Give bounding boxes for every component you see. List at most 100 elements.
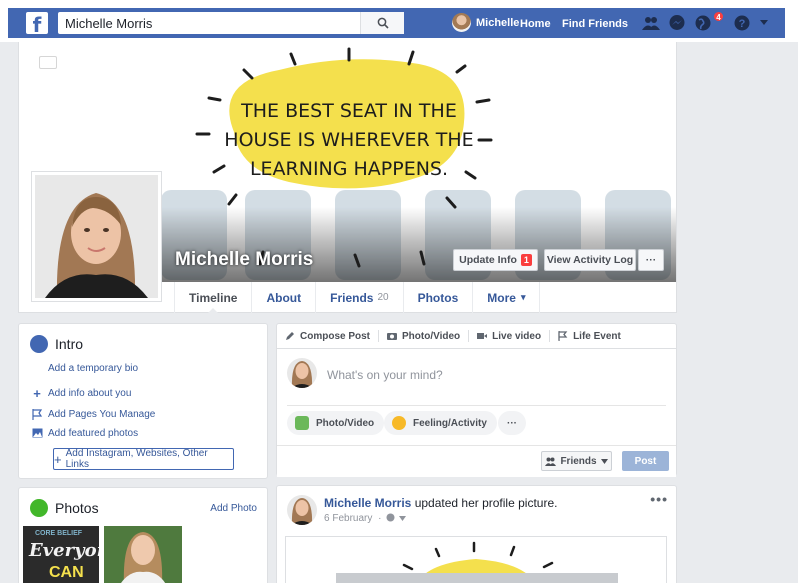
pill-label: Photo/Video: [316, 417, 375, 429]
notifications-badge: 4: [713, 11, 724, 22]
add-links-label: Add Instagram, Websites, Other Links: [65, 448, 208, 470]
update-info-button[interactable]: Update Info 1: [453, 249, 538, 271]
chevron-down-icon: ▾: [520, 292, 526, 302]
camera-icon: [387, 333, 398, 340]
composer-tabs: Compose Post Photo/Video Live video Life…: [277, 324, 676, 349]
photos-icon: [30, 499, 48, 517]
tab-about[interactable]: About: [251, 282, 315, 313]
blue-bar: f Michelle Home Find Friends 4 ?: [8, 8, 785, 38]
add-info-link: Add info about you: [48, 387, 132, 399]
post-action: updated her profile picture.: [414, 496, 558, 510]
thumb-text-1: CORE BELIEF: [35, 530, 83, 537]
post-image[interactable]: [285, 536, 667, 583]
add-featured-photos-link: Add featured photos: [48, 427, 139, 439]
tab-label: About: [266, 290, 302, 305]
tab-friends[interactable]: Friends 20: [315, 282, 402, 313]
thumb-portrait: [121, 532, 166, 583]
more-options-button[interactable]: ···: [638, 249, 664, 271]
photo-video-pill[interactable]: Photo/Video: [287, 411, 385, 435]
search-input[interactable]: [58, 12, 360, 34]
photo-thumbnail[interactable]: CORE BELIEF Everyon CAN: [23, 526, 99, 583]
add-photo-link[interactable]: Add Photo: [210, 503, 257, 514]
notifications-globe-icon[interactable]: [694, 14, 712, 32]
composer-footer: Friends Post: [277, 445, 676, 477]
tab-more[interactable]: More ▾: [472, 282, 541, 313]
view-activity-log-button[interactable]: View Activity Log: [544, 249, 636, 271]
help-icon[interactable]: ?: [733, 14, 751, 32]
profile-photo: [35, 175, 158, 298]
divider: [287, 405, 666, 406]
camera-icon[interactable]: [39, 56, 57, 69]
friend-requests-icon[interactable]: [642, 14, 660, 32]
cover-quote-line-1: THE BEST SEAT IN THE: [240, 100, 457, 122]
privacy-globe-icon[interactable]: [386, 513, 395, 522]
audience-selector[interactable]: Friends: [541, 451, 612, 471]
compose-post-tab[interactable]: Compose Post: [277, 330, 380, 342]
add-links-button[interactable]: + Add Instagram, Websites, Other Links: [53, 448, 234, 470]
plus-icon: +: [33, 385, 41, 401]
composer-card: Compose Post Photo/Video Live video Life…: [276, 323, 677, 477]
avatar[interactable]: [287, 358, 317, 388]
video-camera-icon: [477, 333, 488, 339]
photo-icon: [31, 427, 43, 439]
caret-down-icon[interactable]: [399, 516, 407, 521]
photo-icon: [295, 416, 309, 430]
intro-title: Intro: [55, 336, 84, 352]
add-info-row[interactable]: + Add info about you: [31, 385, 132, 401]
nav-home-link[interactable]: Home: [520, 18, 551, 30]
friends-icon: [545, 457, 557, 466]
nav-find-friends-link[interactable]: Find Friends: [562, 18, 628, 30]
profile-header: THE BEST SEAT IN THE HOUSE IS WHEREVER T…: [18, 42, 677, 314]
search-box: [58, 12, 404, 34]
messenger-icon[interactable]: [668, 14, 686, 32]
post-options-button[interactable]: •••: [650, 491, 668, 507]
live-video-tab[interactable]: Live video: [469, 330, 551, 342]
globe-icon: [30, 335, 48, 353]
cover-quote-line-3: LEARNING HAPPENS.: [250, 158, 448, 180]
add-pages-link: Add Pages You Manage: [48, 408, 156, 420]
add-featured-row[interactable]: Add featured photos: [31, 427, 138, 439]
add-pages-row[interactable]: Add Pages You Manage: [31, 408, 155, 420]
feed-post: Michelle Morris updated her profile pict…: [276, 485, 677, 583]
post-author-link[interactable]: Michelle Morris: [324, 496, 411, 510]
tab-label: More: [487, 290, 516, 305]
photos-card: Photos Add Photo CORE BELIEF Everyon CAN: [18, 487, 268, 583]
audience-label: Friends: [560, 455, 597, 467]
post-button[interactable]: Post: [622, 451, 669, 471]
post-meta: 6 February ·: [324, 513, 407, 524]
tab-label: Timeline: [189, 290, 238, 305]
profile-tabs: Timeline About Friends 20 Photos More ▾: [174, 282, 541, 314]
tab-label: Friends: [330, 290, 374, 305]
feeling-activity-pill[interactable]: Feeling/Activity: [384, 411, 497, 435]
post-date[interactable]: 6 February: [324, 513, 372, 524]
photo-thumbnail[interactable]: [104, 526, 182, 583]
facebook-logo-icon[interactable]: f: [26, 12, 48, 34]
add-temporary-bio-link[interactable]: Add a temporary bio: [48, 363, 138, 374]
tab-timeline[interactable]: Timeline: [174, 282, 251, 314]
composer-tab-label: Live video: [492, 330, 542, 342]
photo-video-tab[interactable]: Photo/Video: [379, 330, 470, 342]
post-image-illustration: [336, 541, 618, 583]
status-input[interactable]: What's on your mind?: [327, 368, 443, 382]
svg-text:?: ?: [739, 18, 746, 30]
search-button[interactable]: [360, 12, 404, 34]
tab-photos[interactable]: Photos: [402, 282, 473, 313]
photos-title: Photos: [55, 500, 99, 516]
tab-label: Photos: [417, 290, 459, 305]
plus-icon: +: [54, 451, 62, 467]
composer-tab-label: Photo/Video: [402, 330, 461, 342]
profile-picture[interactable]: [31, 171, 162, 302]
flag-icon: [558, 331, 568, 341]
thumb-text-3: CAN: [49, 564, 84, 581]
profile-name: Michelle Morris: [175, 249, 314, 270]
more-pill[interactable]: ···: [498, 411, 526, 435]
caret-down-icon: [600, 458, 608, 464]
smiley-icon: [392, 416, 406, 430]
search-icon: [377, 17, 389, 29]
caret-down-icon[interactable]: [759, 19, 769, 27]
nav-profile-link[interactable]: Michelle: [452, 13, 519, 32]
intro-card: Intro Add a temporary bio + Add info abo…: [18, 323, 268, 479]
life-event-tab[interactable]: Life Event: [550, 330, 629, 342]
dot-separator: ·: [378, 513, 382, 524]
avatar[interactable]: [287, 495, 317, 525]
